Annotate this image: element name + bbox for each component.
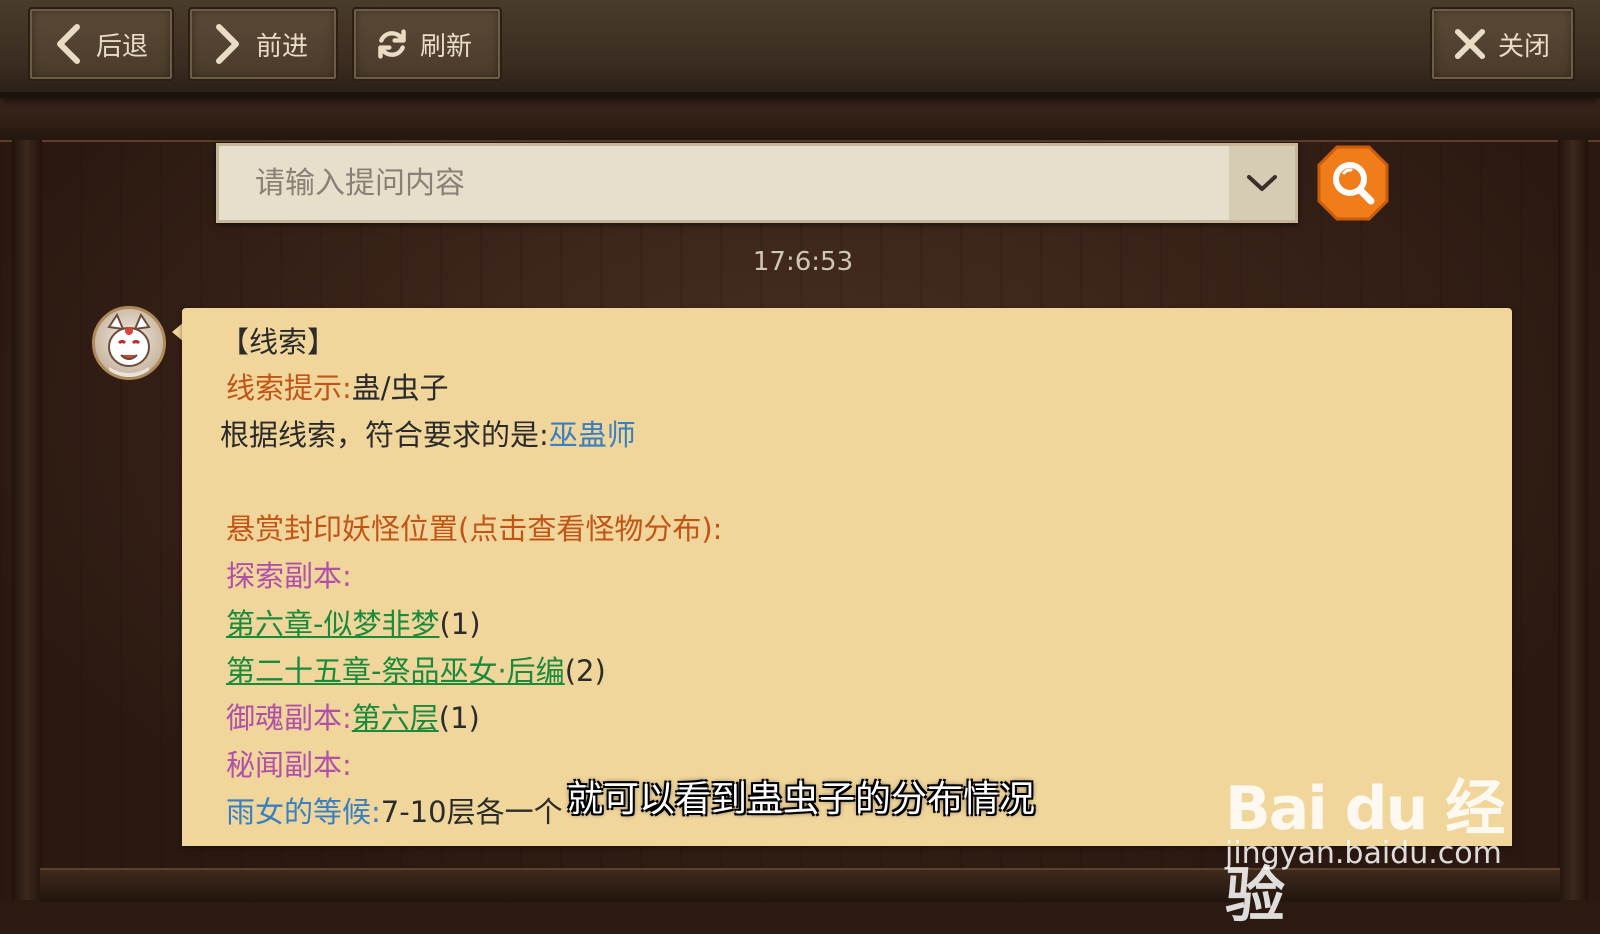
history-dropdown-button[interactable] xyxy=(1229,146,1295,220)
hint-line: 线索提示:蛊/虫子 xyxy=(226,368,449,408)
search-input[interactable] xyxy=(219,146,1229,220)
back-button[interactable]: 后退 xyxy=(28,7,174,81)
soul-line: 御魂副本:第六层(1) xyxy=(226,698,480,738)
chevron-right-icon xyxy=(212,24,244,64)
explore-label: 探索副本: xyxy=(226,559,352,593)
close-icon xyxy=(1454,24,1486,64)
assistant-avatar xyxy=(92,306,166,380)
soul-link[interactable]: 第六层 xyxy=(352,701,439,735)
answer-value: 巫蛊师 xyxy=(548,418,636,452)
watermark-url: jingyan.baidu.com xyxy=(1225,836,1502,871)
explore-count: (2) xyxy=(564,654,606,688)
soul-count: (1) xyxy=(438,701,480,735)
explore-item: 第六章-似梦非梦(1) xyxy=(226,604,481,644)
baidu-watermark: Bai du 经验 jingyan.baidu.com xyxy=(1225,730,1545,931)
message-timestamp: 17:6:53 xyxy=(752,247,854,277)
left-pillar xyxy=(12,140,42,900)
hint-value: 蛊/虫子 xyxy=(351,371,449,405)
top-beam xyxy=(0,98,1600,142)
answer-line: 根据线索，符合要求的是:巫蛊师 xyxy=(220,415,636,455)
right-pillar xyxy=(1558,140,1588,900)
search-icon xyxy=(1317,145,1389,221)
refresh-label: 刷新 xyxy=(420,31,473,62)
message-heading: 【线索】 xyxy=(220,325,337,359)
browser-toolbar: 后退 前进 刷新 关闭 xyxy=(0,0,1600,98)
explore-item: 第二十五章-祭品巫女·后编(2) xyxy=(226,651,606,691)
answer-label: 根据线索，符合要求的是: xyxy=(220,418,549,452)
fox-mascot-icon xyxy=(107,312,151,377)
explore-count: (1) xyxy=(439,607,481,641)
secret-label: 秘闻副本: xyxy=(226,748,352,782)
close-button[interactable]: 关闭 xyxy=(1430,7,1575,81)
forward-button[interactable]: 前进 xyxy=(188,7,338,81)
video-subtitle: 就可以看到蛊虫子的分布情况 xyxy=(566,779,1035,820)
refresh-button[interactable]: 刷新 xyxy=(352,7,502,81)
search-bar xyxy=(216,143,1298,223)
explore-link[interactable]: 第二十五章-祭品巫女·后编 xyxy=(226,654,565,688)
forward-label: 前进 xyxy=(256,31,309,62)
rain-label[interactable]: 雨女的等候: xyxy=(226,795,381,829)
location-heading[interactable]: 悬赏封印妖怪位置(点击查看怪物分布): xyxy=(226,509,722,549)
close-label: 关闭 xyxy=(1498,31,1551,62)
back-label: 后退 xyxy=(96,31,149,62)
explore-link[interactable]: 第六章-似梦非梦 xyxy=(226,607,439,641)
search-button[interactable] xyxy=(1315,143,1391,223)
chevron-down-icon xyxy=(1247,175,1277,191)
rain-line: 雨女的等候:7-10层各一个 xyxy=(226,792,563,832)
refresh-icon xyxy=(376,24,408,64)
rain-value: 7-10层各一个 xyxy=(380,795,563,829)
hint-label: 线索提示: xyxy=(226,371,352,405)
chevron-left-icon xyxy=(52,24,84,64)
soul-label: 御魂副本: xyxy=(226,701,352,735)
